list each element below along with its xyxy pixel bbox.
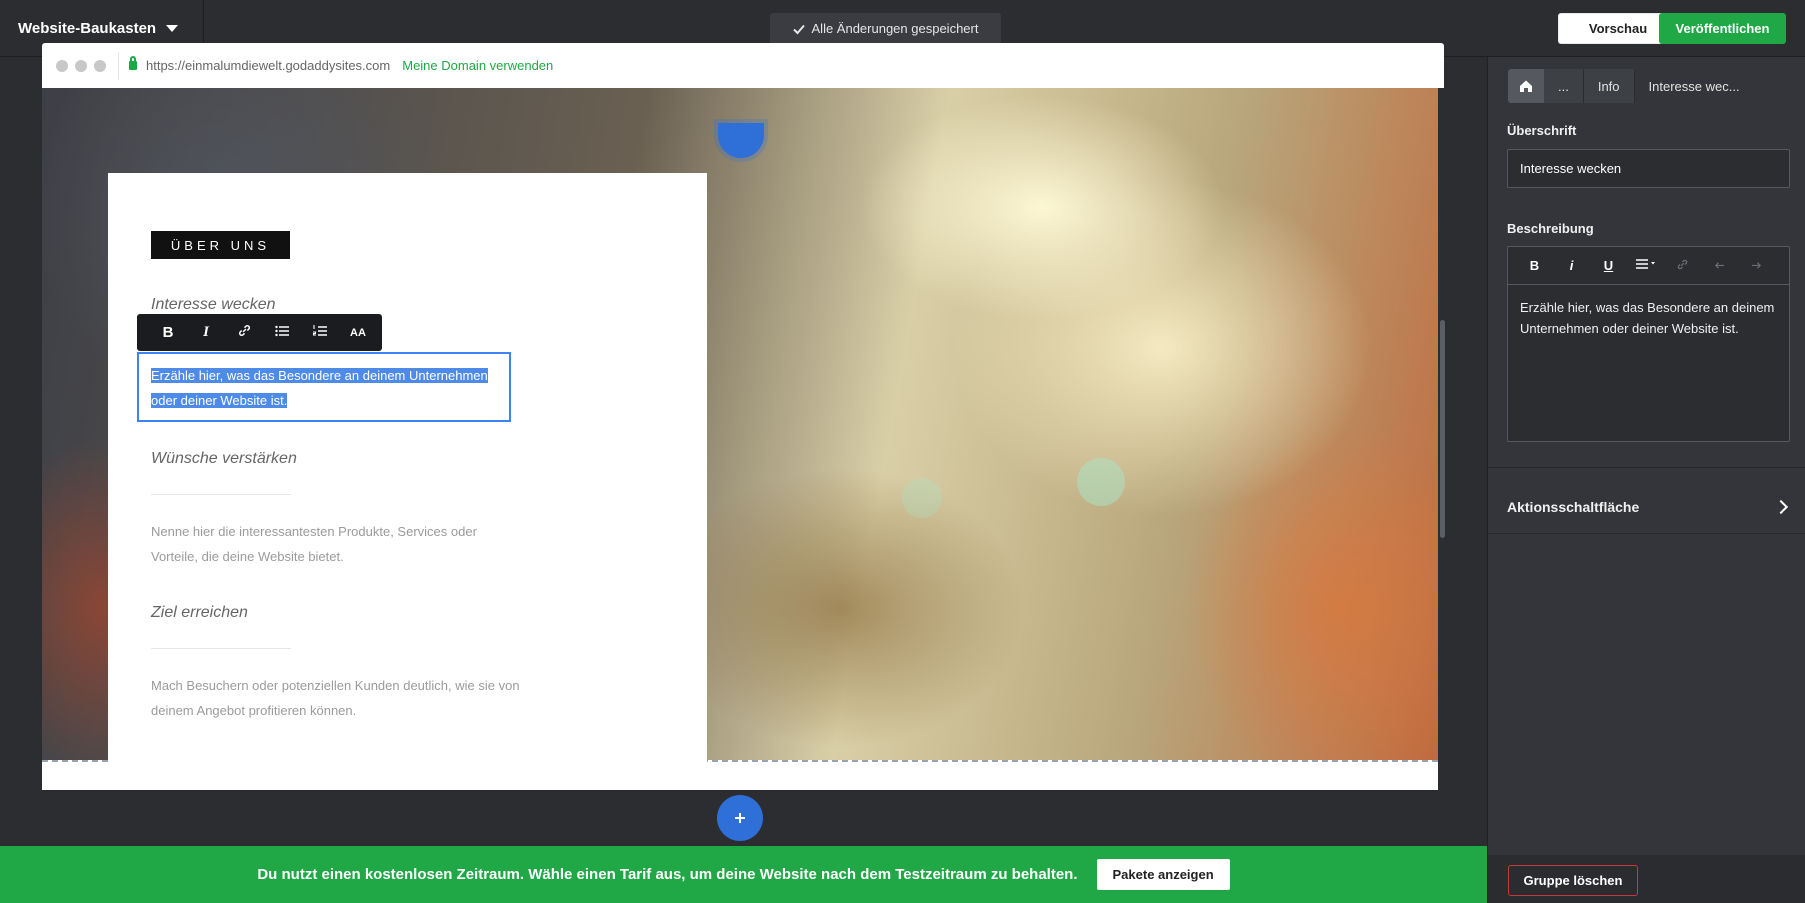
breadcrumb-ellipsis[interactable]: ...: [1544, 69, 1584, 103]
undo-icon: [1701, 258, 1738, 273]
action-button-row[interactable]: Aktionsschaltfläche: [1507, 487, 1790, 527]
underline-button[interactable]: U: [1590, 258, 1627, 273]
plus-icon: [735, 813, 745, 823]
description-toolbar: B i U: [1508, 247, 1789, 285]
numbered-list-icon[interactable]: [301, 323, 339, 343]
description-editor[interactable]: Erzähle hier, was das Besondere an deine…: [137, 352, 511, 422]
text-wish[interactable]: Nenne hier die interessantesten Produkte…: [151, 519, 521, 569]
bullet-list-icon[interactable]: [263, 323, 301, 343]
text-goal[interactable]: Mach Besuchern oder potenziellen Kunden …: [151, 673, 521, 723]
save-status-text: Alle Änderungen gespeichert: [811, 21, 979, 36]
lock-icon: [129, 56, 137, 70]
canvas-scrollbar[interactable]: [1440, 320, 1445, 538]
home-icon[interactable]: [1508, 69, 1544, 103]
text-format-toolbar: B I AA: [137, 314, 382, 351]
description-text[interactable]: Erzähle hier, was das Besondere an deine…: [1508, 285, 1789, 351]
browser-bar: https://einmalumdiewelt.godaddysites.com…: [42, 43, 1444, 88]
publish-button[interactable]: Veröffentlichen: [1659, 13, 1786, 44]
heading-wish[interactable]: Wünsche verstärken: [151, 450, 297, 468]
caret-down-icon: [166, 25, 179, 32]
save-status: Alle Änderungen gespeichert: [770, 13, 1001, 44]
checkmark-icon: [792, 24, 805, 34]
site-url: https://einmalumdiewelt.godaddysites.com: [146, 58, 391, 73]
bold-button[interactable]: B: [1516, 258, 1553, 273]
bold-button[interactable]: B: [149, 324, 187, 341]
selected-text[interactable]: Erzähle hier, was das Besondere an deine…: [151, 368, 488, 408]
trial-message: Du nutzt einen kostenlosen Zeitraum. Wäh…: [257, 866, 1078, 883]
delete-group-button[interactable]: Gruppe löschen: [1508, 865, 1638, 896]
description-field[interactable]: B i U Erzähle hier, was das Besondere an…: [1507, 246, 1790, 442]
panel-footer: Gruppe löschen: [1488, 855, 1805, 903]
section-eyebrow[interactable]: ÜBER UNS: [151, 231, 290, 259]
use-domain-link[interactable]: Meine Domain verwenden: [402, 58, 553, 73]
breadcrumb-current: Interesse wec...: [1648, 78, 1740, 94]
trial-banner: Du nutzt einen kostenlosen Zeitraum. Wäh…: [0, 846, 1487, 903]
italic-button[interactable]: I: [187, 324, 225, 341]
window-dots: [56, 59, 106, 72]
list-menu-icon[interactable]: [1627, 258, 1664, 273]
chevron-right-icon: [1773, 499, 1789, 515]
divider-line: [151, 494, 291, 495]
show-packages-button[interactable]: Pakete anzeigen: [1096, 859, 1230, 890]
divider-line: [151, 648, 291, 649]
heading-field-label: Überschrift: [1507, 123, 1577, 138]
heading-interest[interactable]: Interesse wecken: [151, 296, 276, 314]
heading-field[interactable]: Interesse wecken: [1507, 149, 1790, 188]
settings-panel: ... Info Interesse wec... Überschrift In…: [1487, 57, 1805, 903]
heading-goal[interactable]: Ziel erreichen: [151, 604, 248, 622]
add-section-button[interactable]: [717, 795, 763, 841]
text-case-button[interactable]: AA: [339, 327, 377, 339]
panel-divider: [1488, 533, 1805, 534]
description-field-label: Beschreibung: [1507, 221, 1594, 236]
link-icon[interactable]: [225, 323, 263, 342]
breadcrumb: ... Info Interesse wec...: [1508, 69, 1754, 103]
brand-title: Website-Baukasten: [18, 20, 157, 37]
action-button-label: Aktionsschaltfläche: [1507, 499, 1640, 515]
panel-divider: [1488, 467, 1805, 468]
redo-icon: [1738, 258, 1775, 273]
italic-button[interactable]: i: [1553, 258, 1590, 273]
link-icon: [1664, 258, 1701, 274]
breadcrumb-info[interactable]: Info: [1583, 69, 1635, 103]
